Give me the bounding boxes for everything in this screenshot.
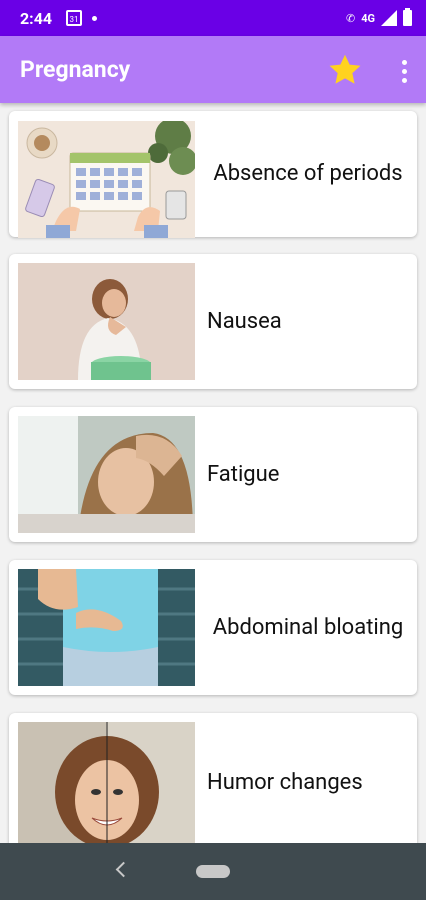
bloated-belly-photo bbox=[18, 569, 195, 686]
list-item-label: Humor changes bbox=[207, 770, 363, 795]
list-item[interactable]: Humor changes bbox=[9, 713, 417, 843]
list-item-label: Nausea bbox=[207, 308, 282, 334]
status-indicators: ✆ 4G bbox=[345, 8, 412, 26]
notification-dot-icon bbox=[92, 15, 98, 21]
status-bar: 2:44 31 ✆ 4G bbox=[0, 0, 426, 36]
more-vert-icon[interactable] bbox=[402, 60, 408, 83]
calendar-illustration bbox=[18, 121, 195, 238]
list-item-label: Absence of periods bbox=[213, 161, 403, 186]
battery-icon bbox=[403, 8, 412, 26]
back-icon[interactable] bbox=[115, 861, 132, 878]
page-title: Pregnancy bbox=[20, 56, 131, 83]
tired-woman-photo bbox=[18, 416, 195, 533]
status-time: 2:44 bbox=[20, 8, 53, 28]
list-item[interactable]: Fatigue bbox=[9, 407, 417, 542]
calendar-day: 31 bbox=[69, 15, 79, 24]
signal-icon bbox=[381, 10, 397, 26]
list-item-label: Fatigue bbox=[207, 461, 280, 487]
list-item-label: Abdominal bloating bbox=[212, 614, 404, 640]
list-item[interactable]: Abdominal bloating bbox=[9, 560, 417, 695]
list-item[interactable]: Absence of periods bbox=[9, 111, 417, 238]
woman-nausea-photo bbox=[18, 263, 195, 380]
star-icon[interactable] bbox=[326, 52, 364, 88]
app-bar: Pregnancy bbox=[0, 36, 426, 103]
list-item[interactable]: Nausea bbox=[9, 254, 417, 389]
system-nav-bar bbox=[0, 843, 426, 900]
phone-4g-icon: ✆ bbox=[345, 11, 356, 25]
mood-split-face-photo bbox=[18, 722, 195, 843]
home-pill-icon[interactable] bbox=[196, 865, 230, 878]
symptom-list: Absence of periods Nausea Fatigue Abdomi… bbox=[0, 103, 426, 843]
calendar-icon: 31 bbox=[66, 10, 83, 26]
network-type: 4G bbox=[361, 11, 375, 25]
